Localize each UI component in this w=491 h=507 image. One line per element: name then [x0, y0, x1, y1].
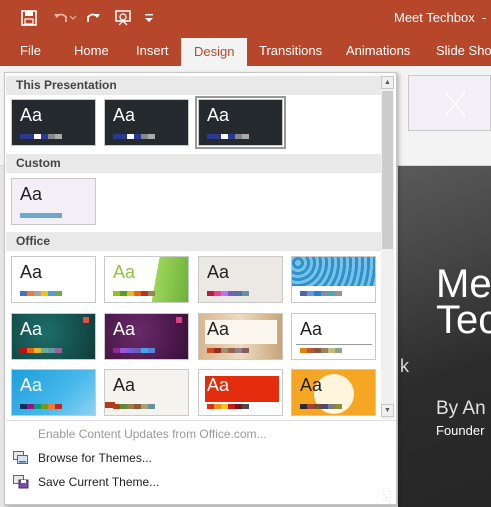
app-name-clipped: - [482, 10, 487, 25]
resize-grip-icon[interactable]: · · · · · · [383, 489, 393, 507]
tab-slide-show[interactable]: Slide Show [436, 37, 491, 66]
theme-sample-text: Aa [207, 105, 230, 125]
theme-thumb-badge[interactable]: Aa [291, 369, 376, 416]
theme-thumb-office[interactable]: Aa [11, 256, 96, 303]
theme-sample-text: Aa [20, 184, 43, 204]
theme-color-bar [207, 291, 249, 296]
theme-sample-text: Aa [20, 105, 43, 125]
present-from-start-icon[interactable] [112, 8, 134, 28]
theme-thumb-facet[interactable]: Aa [104, 256, 189, 303]
theme-color-bar [20, 213, 62, 218]
slide-title-line2: Tec [436, 298, 491, 342]
theme-color-bar [207, 348, 249, 353]
theme-sample-text: Aa [20, 375, 43, 395]
theme-color-bar [20, 348, 62, 353]
enable-content-updates-item: Enable Content Updates from Office.com..… [38, 427, 267, 441]
ribbon-tabs: File Home Insert Design Transitions Anim… [0, 37, 491, 67]
theme-sample-text: Aa [20, 262, 43, 282]
theme-color-bar [207, 404, 249, 409]
theme-color-bar [300, 348, 342, 353]
theme-thumb-ion[interactable] [291, 256, 376, 303]
theme-thumb-gallery[interactable]: Aa [198, 256, 283, 303]
theme-color-bar [300, 404, 342, 409]
tab-file[interactable]: File [20, 37, 41, 66]
theme-thumb-savon[interactable]: Aa [104, 369, 189, 416]
theme-thumb-retrospect[interactable]: Aa [291, 313, 376, 360]
theme-thumb-ion-purple[interactable]: Aa [104, 313, 189, 360]
gallery-scrollbar-thumb[interactable] [382, 91, 393, 249]
theme-color-bar [113, 348, 155, 353]
theme-sample-text: Aa [113, 375, 136, 395]
theme-sample-text: Aa [113, 105, 136, 125]
slide-subtitle-line2: Founder [436, 423, 485, 438]
save-icon[interactable] [18, 8, 40, 28]
redo-icon[interactable] [82, 8, 104, 28]
theme-sample-text: Aa [300, 375, 323, 395]
theme-sample-text: Aa [207, 375, 230, 395]
scroll-up-icon[interactable]: ▲ [381, 76, 394, 89]
save-theme-icon [13, 475, 29, 489]
tab-animations[interactable]: Animations [346, 37, 410, 66]
slide-canvas: Me Tec By An Founder k [398, 166, 491, 507]
theme-thumb-berlin[interactable]: Aa [198, 369, 283, 416]
theme-color-bar [20, 404, 62, 409]
theme-sample-text: Aa [300, 319, 323, 339]
tab-insert[interactable]: Insert [136, 37, 169, 66]
menu-separator [6, 420, 396, 421]
theme-sample-text: Aa [113, 262, 136, 282]
theme-color-bar [20, 134, 62, 139]
scroll-down-icon[interactable]: ▼ [381, 404, 394, 417]
theme-sample-text: Aa [20, 319, 43, 339]
theme-accent-square [83, 317, 89, 323]
theme-color-bar [113, 291, 155, 296]
title-bar: Meet Techbox - [0, 0, 491, 37]
section-custom: Custom [6, 154, 382, 173]
theme-accent-square [176, 317, 182, 323]
slide-partial-text: k [400, 356, 409, 376]
slide-subtitle-line1: By An [436, 398, 486, 419]
variant-thumbnail[interactable] [408, 75, 491, 131]
tab-design[interactable]: Design [181, 38, 248, 67]
theme-color-bar [207, 134, 249, 139]
theme-thumb-slice[interactable]: Aa [11, 369, 96, 416]
theme-thumb-ion-boardroom[interactable]: Aa [11, 313, 96, 360]
theme-sample-text: Aa [113, 319, 136, 339]
browse-for-themes-item[interactable]: Browse for Themes... [38, 451, 152, 465]
theme-thumb-current-3[interactable]: Aa [195, 96, 286, 149]
theme-color-bar [20, 291, 62, 296]
theme-thumb-custom-1[interactable]: Aa [11, 178, 96, 225]
theme-sample-text: Aa [207, 262, 230, 282]
tab-home[interactable]: Home [74, 37, 109, 66]
theme-color-bar [300, 291, 342, 296]
theme-sample-text: Aa [207, 319, 230, 339]
section-this-presentation: This Presentation [6, 76, 382, 95]
theme-thumb-wood-type[interactable]: Aa [198, 313, 283, 360]
browse-themes-icon [13, 451, 29, 465]
theme-thumb-current-2[interactable]: Aa [104, 99, 189, 146]
tab-transitions[interactable]: Transitions [259, 37, 322, 66]
document-title: Meet Techbox [394, 10, 475, 25]
theme-thumb-current-1[interactable]: Aa [11, 99, 96, 146]
save-current-theme-item[interactable]: Save Current Theme... [38, 475, 159, 489]
undo-dropdown-icon[interactable] [68, 8, 78, 28]
themes-gallery-dropdown: This Presentation Aa Aa Aa Custom Aa Off… [4, 72, 397, 507]
theme-color-bar [113, 404, 155, 409]
customize-qat-icon[interactable] [142, 8, 156, 28]
section-office: Office [6, 232, 382, 251]
theme-color-bar [113, 134, 155, 139]
